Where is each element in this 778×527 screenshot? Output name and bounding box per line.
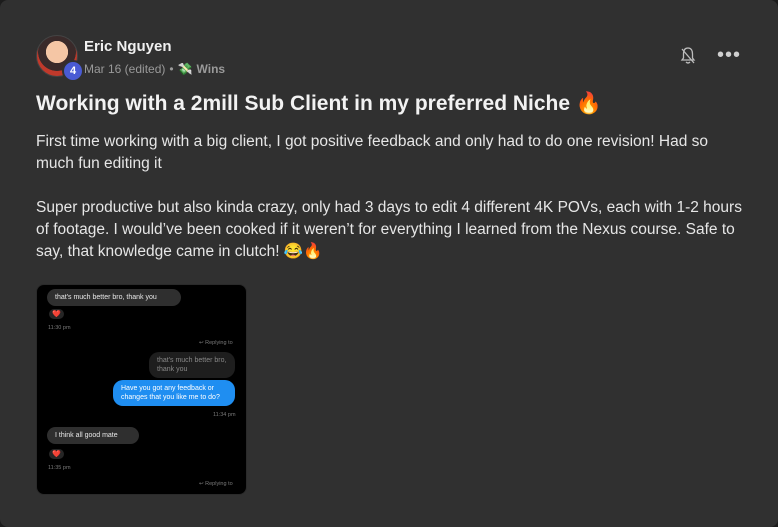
post-paragraph-1: First time working with a big client, I … [36,133,709,172]
bell-icon[interactable] [680,47,696,65]
chat-time-2: 11:34 pm [213,412,236,418]
post-title: Working with a 2mill Sub Client in my pr… [36,92,603,115]
post-date: Mar 16 (edited) [84,62,166,76]
meta-separator: • [169,62,174,76]
author-name[interactable]: Eric Nguyen [84,38,172,55]
replying-label-1: ↩ Replying to [199,340,233,346]
money-icon: 💸 [177,62,193,76]
chat-message-3: I think all good mate [47,427,139,444]
quoted-message: that's much better bro, thank you [149,352,235,378]
more-options-icon[interactable]: ••• [717,45,741,65]
chat-message-2: Have you got any feedback or changes tha… [113,380,235,406]
post-paragraph-2: Super productive but also kinda crazy, o… [36,199,742,260]
level-badge: 4 [62,60,84,82]
attached-image[interactable]: that's much better bro, thank you ❤️ 11:… [36,284,247,495]
post-meta: Mar 16 (edited) • 💸 Wins [84,62,225,76]
post-card: 4 Eric Nguyen Mar 16 (edited) • 💸 Wins •… [0,0,778,527]
heart-reaction-2: ❤️ [49,449,64,459]
replying-label-2: ↩ Replying to [199,481,233,487]
chat-time-3: 11:35 pm [48,465,71,471]
avatar[interactable]: 4 [36,35,84,82]
heart-reaction-1: ❤️ [49,309,64,319]
chat-message-1: that's much better bro, thank you [47,289,181,306]
chat-time-1: 11:30 pm [48,325,71,331]
category-link[interactable]: Wins [197,62,226,76]
